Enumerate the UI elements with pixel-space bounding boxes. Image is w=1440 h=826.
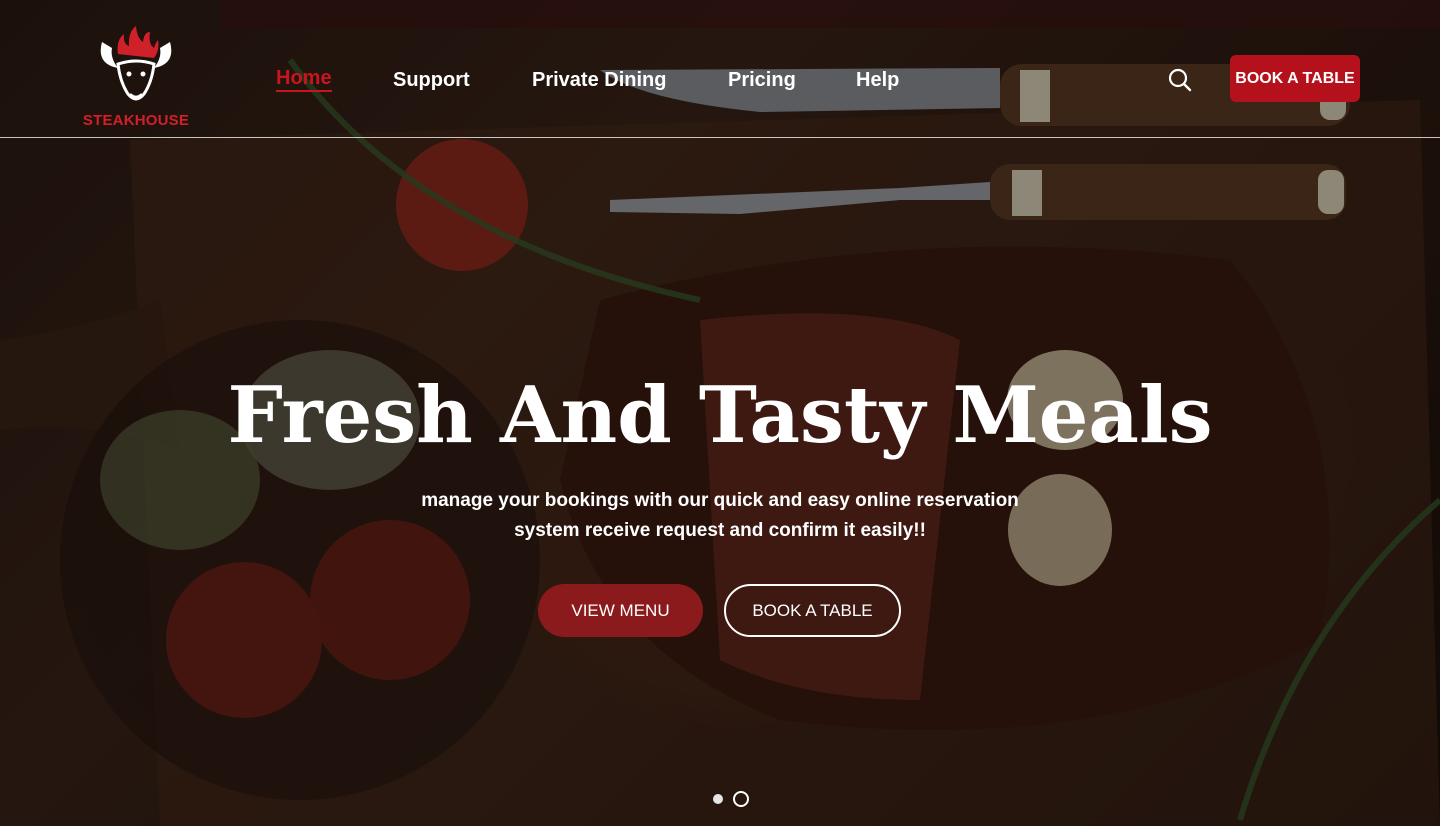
nav-item-help[interactable]: Help bbox=[856, 69, 899, 92]
nav-item-home[interactable]: Home bbox=[276, 67, 332, 92]
carousel-dot-1[interactable] bbox=[713, 794, 723, 804]
brand-logo[interactable]: STEAKHOUSE bbox=[78, 24, 194, 130]
book-table-hero-button[interactable]: BOOK A TABLE bbox=[724, 584, 901, 637]
hero-subtitle-line-1: manage your bookings with our quick and … bbox=[421, 490, 1019, 511]
nav-item-pricing[interactable]: Pricing bbox=[728, 69, 796, 92]
site-header: STEAKHOUSE Home Support Private Dining P… bbox=[0, 0, 1440, 138]
book-table-header-button[interactable]: BOOK A TABLE bbox=[1230, 55, 1360, 102]
landing-page: STEAKHOUSE Home Support Private Dining P… bbox=[0, 0, 1440, 826]
nav-item-support[interactable]: Support bbox=[393, 69, 470, 92]
hero-title: Fresh And Tasty Meals bbox=[227, 370, 1213, 461]
brand-name: STEAKHOUSE bbox=[82, 112, 190, 129]
carousel-dots bbox=[712, 791, 752, 807]
view-menu-button[interactable]: VIEW MENU bbox=[538, 584, 703, 637]
hero-subtitle-line-2: system receive request and confirm it ea… bbox=[514, 520, 926, 541]
bull-flame-icon bbox=[100, 26, 172, 101]
search-icon bbox=[1168, 68, 1192, 92]
nav-item-private-dining[interactable]: Private Dining bbox=[532, 69, 666, 92]
search-button[interactable] bbox=[1166, 66, 1194, 94]
carousel-dot-2[interactable] bbox=[733, 791, 749, 807]
hero-subtitle: manage your bookings with our quick and … bbox=[400, 486, 1040, 546]
